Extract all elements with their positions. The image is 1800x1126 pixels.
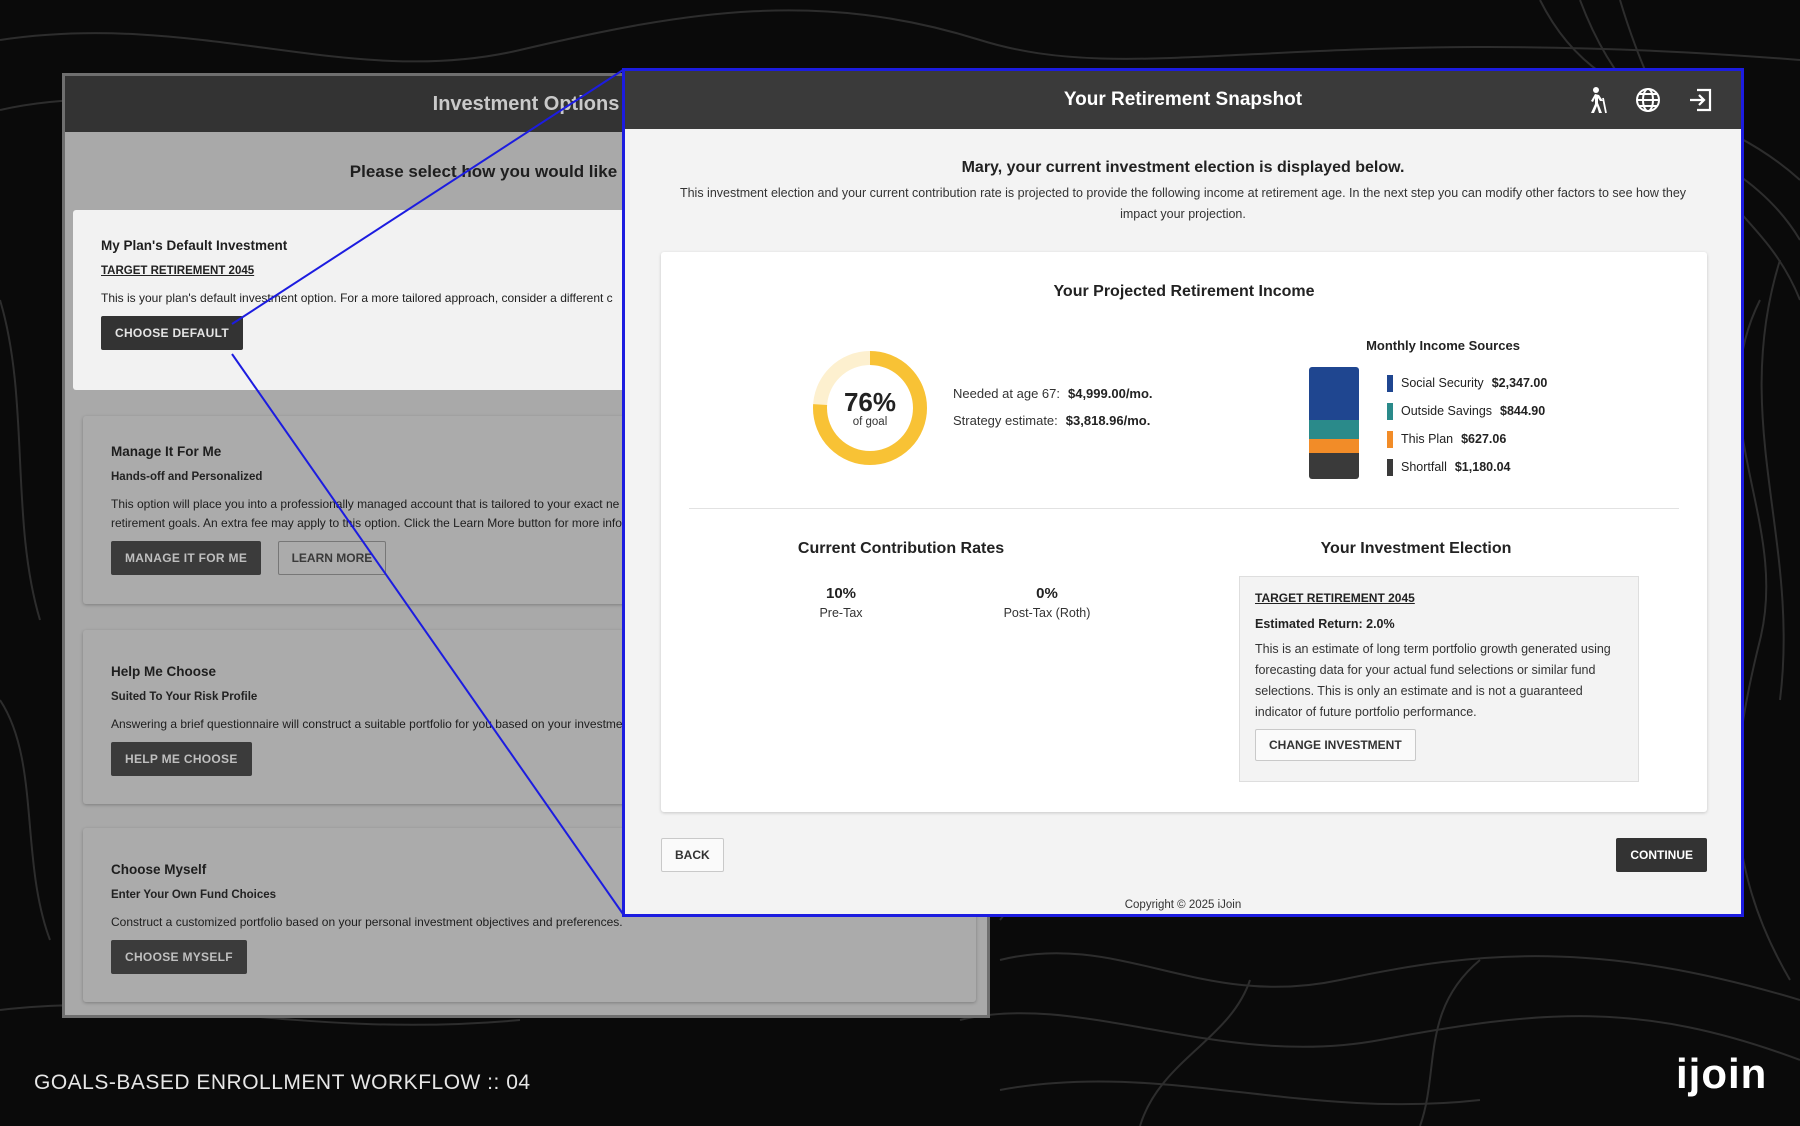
election-description: This is an estimate of long term portfol… [1255, 642, 1611, 719]
strategy-label: Strategy estimate: [953, 413, 1058, 428]
rate-value: 10% [825, 585, 857, 602]
strategy-value: $3,818.96/mo. [1065, 413, 1151, 428]
rate-label: Post-Tax (Roth) [1003, 606, 1091, 620]
retirement-snapshot-window: Your Retirement Snapshot Mary, your curr… [622, 68, 1744, 917]
income-segment-shortfall [1309, 452, 1359, 479]
donut-label: 76% of goal [811, 349, 929, 467]
snapshot-header: Your Retirement Snapshot [625, 71, 1741, 129]
person-walking-icon[interactable] [1581, 85, 1611, 115]
strategy-row: Strategy estimate: $3,818.96/mo. [953, 413, 1153, 428]
income-sources-legend: Social Security $2,347.00 Outside Savings $… [1387, 369, 1547, 481]
needed-value: $4,999.00/mo. [1067, 386, 1153, 401]
legend-swatch [1387, 402, 1393, 420]
help-me-choose-button[interactable]: HELP ME CHOOSE [111, 742, 252, 776]
globe-icon[interactable] [1633, 85, 1663, 115]
legend-swatch [1387, 430, 1393, 448]
rate-label: Pre-Tax [819, 606, 863, 620]
investment-options-title: Investment Options [432, 92, 620, 115]
continue-button[interactable]: CONTINUE [1616, 838, 1707, 872]
post-tax-rate: 0% Post-Tax (Roth) [967, 585, 1127, 620]
intro-text: This investment election and your curren… [679, 186, 1687, 221]
learn-more-button[interactable]: LEARN MORE [277, 541, 387, 575]
choose-default-button[interactable]: CHOOSE DEFAULT [101, 316, 243, 350]
legend-item: This Plan $627.06 [1387, 425, 1547, 453]
investment-election-box: TARGET RETIREMENT 2045 Estimated Return:… [1239, 576, 1639, 782]
legend-item: Social Security $2,347.00 [1387, 369, 1547, 397]
income-needs: Needed at age 67: $4,999.00/mo. Strategy… [953, 386, 1153, 440]
workflow-caption: GOALS-BASED ENROLLMENT WORKFLOW :: 04 [34, 1071, 531, 1094]
snapshot-panel: Your Projected Retirement Income 76% of … [661, 252, 1707, 812]
legend-swatch [1387, 458, 1393, 476]
estimated-return: Estimated Return: 2.0% [1255, 617, 1395, 631]
goal-percent: 76% [843, 387, 897, 417]
legend-item: Shortfall $1,180.04 [1387, 453, 1547, 481]
legend-name: Outside Savings [1401, 404, 1493, 418]
legend-name: Social Security [1401, 376, 1484, 390]
goal-caption: of goal [852, 416, 888, 428]
investment-election-title: Your Investment Election [1320, 540, 1512, 557]
needed-row: Needed at age 67: $4,999.00/mo. [953, 386, 1153, 401]
pre-tax-rate: 10% Pre-Tax [761, 585, 921, 620]
income-segment-this-plan [1309, 438, 1359, 453]
legend-swatch [1387, 374, 1393, 392]
snapshot-title: Your Retirement Snapshot [1063, 89, 1303, 110]
choose-myself-button[interactable]: CHOOSE MYSELF [111, 940, 247, 974]
legend-amount: $844.90 [1500, 404, 1546, 418]
projected-income-title: Your Projected Retirement Income [1053, 283, 1315, 300]
brand-logo: ijoin [1676, 1050, 1768, 1097]
intro-title: Mary, your current investment election i… [961, 159, 1405, 176]
panel-divider [689, 508, 1679, 509]
contribution-title: Current Contribution Rates [797, 540, 1005, 557]
legend-name: Shortfall [1401, 460, 1447, 474]
copyright: Copyright © 2025 iJoin [1124, 899, 1242, 911]
legend-amount: $2,347.00 [1491, 376, 1548, 390]
rate-value: 0% [1036, 585, 1058, 602]
income-stack-bar [1309, 367, 1359, 479]
income-segment-social-security [1309, 367, 1359, 420]
legend-name: This Plan [1401, 432, 1454, 446]
sign-out-icon[interactable] [1685, 85, 1715, 115]
legend-amount: $1,180.04 [1454, 460, 1511, 474]
election-fund-name: TARGET RETIREMENT 2045 [1255, 591, 1415, 605]
legend-amount: $627.06 [1461, 432, 1507, 446]
back-button[interactable]: BACK [661, 838, 724, 872]
needed-label: Needed at age 67: [953, 386, 1060, 401]
income-sources-title: Monthly Income Sources [1366, 338, 1520, 353]
income-segment-outside-savings [1309, 419, 1359, 439]
header-icons [1581, 85, 1715, 115]
legend-item: Outside Savings $844.90 [1387, 397, 1547, 425]
manage-it-for-me-button[interactable]: MANAGE IT FOR ME [111, 541, 262, 575]
change-investment-button[interactable]: CHANGE INVESTMENT [1255, 729, 1416, 761]
